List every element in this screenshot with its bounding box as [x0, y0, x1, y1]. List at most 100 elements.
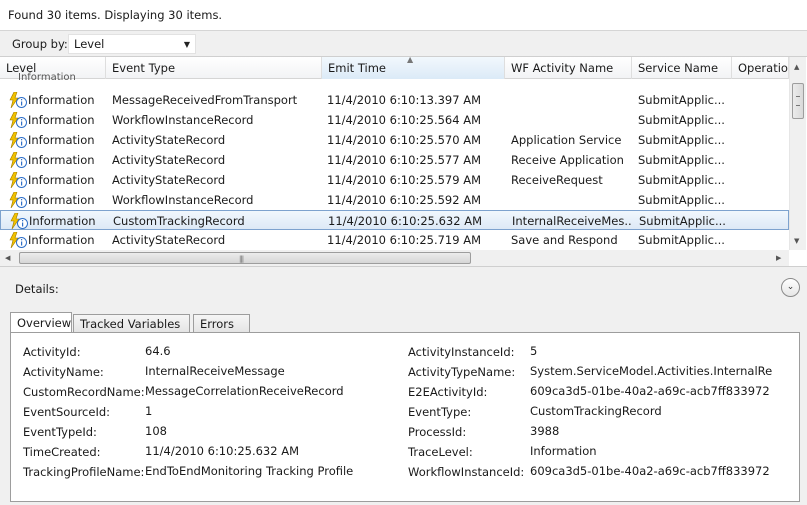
cell-event-type: ActivityStateRecord: [112, 153, 226, 167]
table-row[interactable]: Information ActivityStateRecord 11/4/2010 …: [0, 230, 789, 250]
information-event-icon: [9, 232, 27, 248]
cell-emit-time: 11/4/2010 6:10:25.564 AM: [327, 113, 482, 127]
scroll-right-icon[interactable]: ▶: [776, 254, 781, 262]
horizontal-scroll-thumb[interactable]: |||: [19, 252, 471, 264]
details-label: Details:: [15, 282, 59, 296]
detail-key: WorkflowInstanceId:: [408, 465, 525, 479]
vertical-scrollbar[interactable]: ▲ ▼: [789, 57, 806, 250]
group-by-label: Group by:: [12, 37, 68, 51]
cell-activity-name: ReceiveRequest: [511, 173, 603, 187]
cell-level: Information: [28, 173, 95, 187]
table-row[interactable]: Information ActivityStateRecord 11/4/2010 …: [0, 130, 789, 150]
detail-value: System.ServiceModel.Activities.InternalR…: [530, 364, 772, 378]
cell-level: Information: [28, 193, 95, 207]
cell-service-name: SubmitApplic...: [638, 133, 725, 147]
column-header-event-type[interactable]: Event Type: [106, 57, 322, 79]
detail-value: CustomTrackingRecord: [530, 404, 662, 418]
table-row[interactable]: Information WorkflowInstanceRecord 11/4/20…: [0, 190, 789, 210]
detail-value: 5: [530, 344, 538, 358]
detail-value: EndToEndMonitoring Tracking Profile: [145, 464, 354, 478]
table-row[interactable]: Information MessageReceivedFromTransport 1…: [0, 90, 789, 110]
detail-key: ActivityInstanceId:: [408, 345, 515, 359]
cell-service-name: SubmitApplic...: [638, 113, 725, 127]
detail-value: Information: [530, 444, 597, 458]
cell-emit-time: 11/4/2010 6:10:13.397 AM: [327, 93, 482, 107]
detail-key: EventSourceId:: [23, 405, 111, 419]
detail-key: EventTypeId:: [23, 425, 97, 439]
group-by-bar: Group by: Level ▼: [0, 31, 807, 56]
cell-event-type: WorkflowInstanceRecord: [112, 193, 254, 207]
information-event-icon: [9, 192, 27, 208]
sort-ascending-icon: ▲: [407, 57, 414, 64]
detail-value: 108: [145, 424, 167, 438]
cell-service-name: SubmitApplic...: [638, 233, 725, 247]
cell-level: Information: [28, 133, 95, 147]
details-bar: Details: ⌄: [0, 277, 807, 299]
cell-service-name: SubmitApplic...: [638, 153, 725, 167]
detail-key: ActivityTypeName:: [408, 365, 516, 379]
detail-value: 64.6: [145, 344, 171, 358]
detail-value: 1: [145, 404, 153, 418]
event-grid: Level Event Type Emit Time ▲ WF Activity…: [0, 56, 807, 267]
horizontal-scrollbar[interactable]: ◀ ||| ▶: [0, 250, 789, 266]
cell-emit-time: 11/4/2010 6:10:25.632 AM: [328, 214, 483, 228]
tab-errors[interactable]: Errors (0): [193, 314, 250, 345]
cell-level: Information: [28, 153, 95, 167]
detail-key: ActivityName:: [23, 365, 104, 379]
group-by-dropdown[interactable]: Level ▼: [68, 34, 196, 54]
cell-service-name: SubmitApplic...: [638, 173, 725, 187]
information-event-icon: [9, 112, 27, 128]
column-header-service-name[interactable]: Service Name: [632, 57, 732, 79]
detail-key: TimeCreated:: [23, 445, 101, 459]
cell-activity-name: InternalReceiveMes...: [512, 214, 632, 228]
detail-value: InternalReceiveMessage: [145, 364, 285, 378]
detail-value: 609ca3d5-01be-40a2-a69c-acb7ff833972: [530, 384, 770, 398]
table-row[interactable]: Information ActivityStateRecord 11/4/2010 …: [0, 150, 789, 170]
cell-level: Information: [29, 214, 96, 228]
tab-overview[interactable]: Overview: [10, 312, 72, 334]
scroll-up-icon[interactable]: ▲: [794, 63, 799, 71]
detail-key: EventType:: [408, 405, 472, 419]
cell-emit-time: 11/4/2010 6:10:25.719 AM: [327, 233, 482, 247]
cell-event-type: CustomTrackingRecord: [113, 214, 245, 228]
partial-row-level: Information: [18, 72, 76, 83]
cell-level: Information: [28, 93, 95, 107]
column-header-emit-time-label: Emit Time: [328, 61, 386, 75]
scroll-grip-icon: |||: [239, 255, 244, 263]
detail-key: TrackingProfileName:: [23, 465, 145, 479]
cell-event-type: ActivityStateRecord: [112, 173, 226, 187]
detail-key: E2EActivityId:: [408, 385, 488, 399]
cell-activity-name: Receive Application: [511, 153, 624, 167]
cell-activity-name: Save and Respond: [511, 233, 618, 247]
cell-service-name: SubmitApplic...: [638, 93, 725, 107]
vertical-scroll-thumb[interactable]: [792, 83, 804, 119]
cell-emit-time: 11/4/2010 6:10:25.592 AM: [327, 193, 482, 207]
cell-event-type: ActivityStateRecord: [112, 133, 226, 147]
detail-value: 609ca3d5-01be-40a2-a69c-acb7ff833972: [530, 464, 770, 478]
scroll-down-icon[interactable]: ▼: [794, 237, 799, 245]
column-header-emit-time[interactable]: Emit Time ▲: [322, 57, 505, 79]
scroll-left-icon[interactable]: ◀: [5, 254, 10, 262]
cell-event-type: MessageReceivedFromTransport: [112, 93, 298, 107]
table-row[interactable]: Information WorkflowInstanceRecord 11/4/20…: [0, 110, 789, 130]
dropdown-arrow-icon: ▼: [183, 40, 190, 49]
information-event-icon: [9, 172, 27, 188]
tab-tracked-variables[interactable]: Tracked Variables (1): [73, 314, 190, 345]
detail-key: ProcessId:: [408, 425, 467, 439]
column-header-wf-activity-name[interactable]: WF Activity Name: [505, 57, 632, 79]
chevron-down-icon[interactable]: ⌄: [781, 278, 800, 297]
table-row[interactable]: Information ActivityStateRecord 11/4/2010 …: [0, 170, 789, 190]
detail-value: 11/4/2010 6:10:25.632 AM: [145, 444, 300, 458]
cell-level: Information: [28, 233, 95, 247]
detail-key: TraceLevel:: [408, 445, 473, 459]
cell-event-type: WorkflowInstanceRecord: [112, 113, 254, 127]
overview-panel: ActivityId: 64.6 ActivityName: InternalRece…: [10, 332, 800, 502]
cell-emit-time: 11/4/2010 6:10:25.570 AM: [327, 133, 482, 147]
detail-value: MessageCorrelationReceiveRecord: [145, 384, 344, 398]
information-event-icon: [9, 92, 27, 108]
table-row[interactable]: Information CustomTrackingRecord 11/4/2010…: [0, 210, 789, 230]
cell-service-name: SubmitApplic...: [639, 214, 726, 228]
group-by-value: Level: [74, 37, 105, 51]
detail-value: 3988: [530, 424, 560, 438]
column-header-operation[interactable]: Operation: [732, 57, 789, 79]
